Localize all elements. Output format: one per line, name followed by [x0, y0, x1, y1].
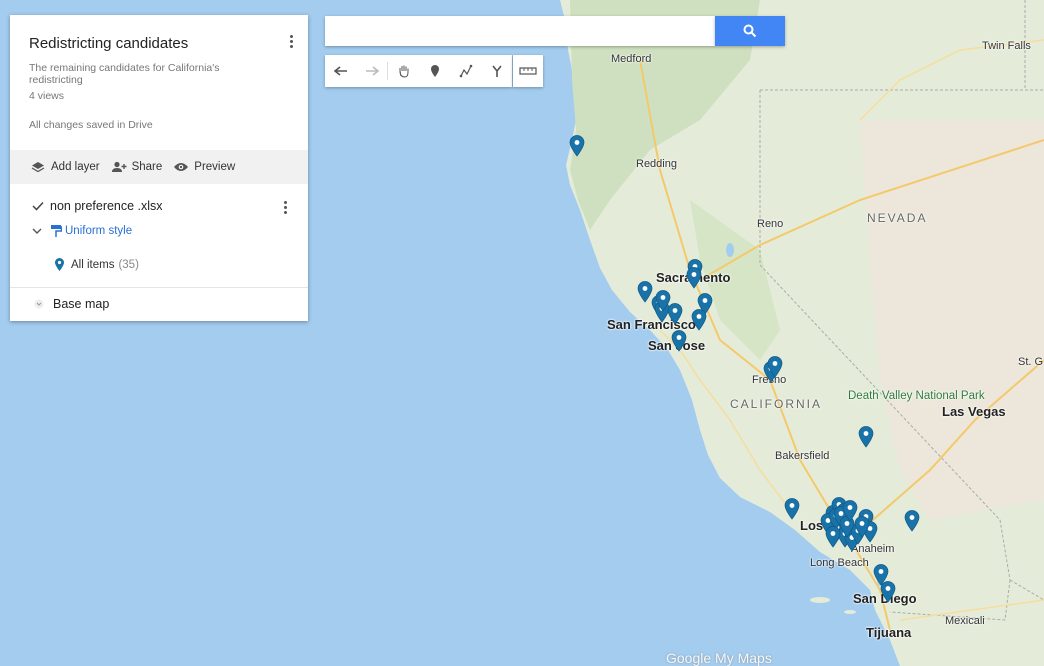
style-label: Uniform style — [65, 225, 133, 237]
all-items-label: All items — [71, 258, 115, 271]
map-marker[interactable] — [671, 330, 687, 352]
search-input[interactable] — [325, 16, 715, 46]
map-label-redding: Redding — [636, 158, 677, 170]
layer-options-menu[interactable] — [278, 199, 292, 219]
add-marker-button[interactable] — [419, 55, 450, 87]
base-map-label: Base map — [53, 297, 110, 311]
marker-icon — [880, 581, 896, 603]
add-layer-label: Add layer — [51, 161, 100, 173]
layer-name[interactable]: non preference .xlsx — [50, 199, 163, 213]
map-description[interactable]: The remaining candidates for California'… — [29, 62, 269, 86]
share-label: Share — [131, 161, 163, 173]
preview-label: Preview — [194, 161, 236, 173]
map-marker[interactable] — [569, 135, 585, 157]
measure-button[interactable] — [513, 55, 543, 87]
add-layer-button[interactable]: Add layer — [30, 160, 100, 174]
marker-icon — [767, 356, 783, 378]
map-label-mexicali: Mexicali — [945, 615, 985, 627]
layer-style-row[interactable]: Uniform style — [32, 224, 132, 238]
search-button[interactable] — [715, 16, 785, 46]
expand-arrow-icon[interactable] — [34, 299, 44, 309]
directions-button[interactable] — [481, 55, 512, 87]
marker-icon — [55, 258, 64, 271]
eye-icon — [173, 160, 189, 174]
preview-button[interactable]: Preview — [173, 160, 235, 174]
map-label-las-vegas: Las Vegas — [942, 404, 1006, 419]
map-marker[interactable] — [904, 510, 920, 532]
map-marker[interactable] — [858, 426, 874, 448]
all-items-row[interactable]: All items (35) — [54, 257, 139, 272]
google-attribution: Google My Maps — [666, 650, 772, 666]
map-label-reno: Reno — [757, 218, 784, 230]
map-label-nevada: NEVADA — [867, 211, 928, 225]
map-label-tijuana: Tijuana — [866, 625, 912, 640]
paint-roller-icon — [51, 225, 62, 237]
map-marker[interactable] — [784, 498, 800, 520]
base-map-row[interactable]: Base map — [34, 297, 109, 311]
map-label-death-valley: Death Valley National Park — [848, 390, 985, 402]
hand-icon — [399, 65, 408, 78]
map-marker[interactable] — [825, 526, 841, 548]
map-options-menu[interactable] — [284, 33, 298, 53]
layer-visibility-checkbox[interactable] — [32, 200, 44, 212]
panel-action-bar: Add layer Share Preview — [10, 150, 308, 184]
map-label-bakersfield: Bakersfield — [775, 450, 830, 462]
map-marker[interactable] — [655, 290, 671, 312]
marker-icon — [569, 135, 585, 157]
marker-icon — [854, 516, 870, 538]
marker-icon — [686, 267, 702, 289]
view-count: 4 views — [29, 90, 65, 102]
ruler-icon — [519, 67, 537, 75]
map-label-twin-falls: Twin Falls — [982, 40, 1031, 52]
chevron-down-icon[interactable] — [32, 227, 42, 235]
map-marker[interactable] — [686, 267, 702, 289]
map-legend-panel: Redistricting candidates The remaining c… — [10, 15, 308, 321]
layers-icon — [30, 160, 46, 174]
marker-icon — [784, 498, 800, 520]
redo-button[interactable] — [356, 55, 387, 87]
undo-icon — [333, 66, 347, 76]
layer-item: non preference .xlsx — [32, 199, 163, 213]
undo-button[interactable] — [325, 55, 356, 87]
map-label-california: CALIFORNIA — [730, 397, 823, 411]
map-marker[interactable] — [691, 309, 707, 331]
search-icon — [743, 24, 757, 38]
map-marker[interactable] — [767, 356, 783, 378]
marker-icon — [430, 65, 439, 77]
marker-icon — [671, 330, 687, 352]
marker-icon — [655, 290, 671, 312]
redo-icon — [365, 66, 379, 76]
pan-hand-button[interactable] — [388, 55, 419, 87]
map-title[interactable]: Redistricting candidates — [29, 35, 188, 52]
map-label-medford: Medford — [611, 53, 652, 65]
share-button[interactable]: Share — [111, 160, 163, 174]
map-marker[interactable] — [880, 581, 896, 603]
marker-icon — [904, 510, 920, 532]
add-person-icon — [111, 160, 127, 174]
map-label-st-george: St. G — [1018, 356, 1044, 368]
all-items-count: (35) — [118, 258, 139, 271]
checkmark-icon — [32, 201, 44, 211]
marker-icon — [858, 426, 874, 448]
draw-line-icon — [459, 64, 472, 78]
draw-line-button[interactable] — [450, 55, 481, 87]
map-label-long-beach: Long Beach — [810, 557, 869, 569]
marker-icon — [825, 526, 841, 548]
marker-icon — [691, 309, 707, 331]
save-status: All changes saved in Drive — [29, 119, 153, 131]
map-marker[interactable] — [854, 516, 870, 538]
map-toolbar — [325, 55, 512, 87]
directions-icon — [491, 65, 502, 77]
